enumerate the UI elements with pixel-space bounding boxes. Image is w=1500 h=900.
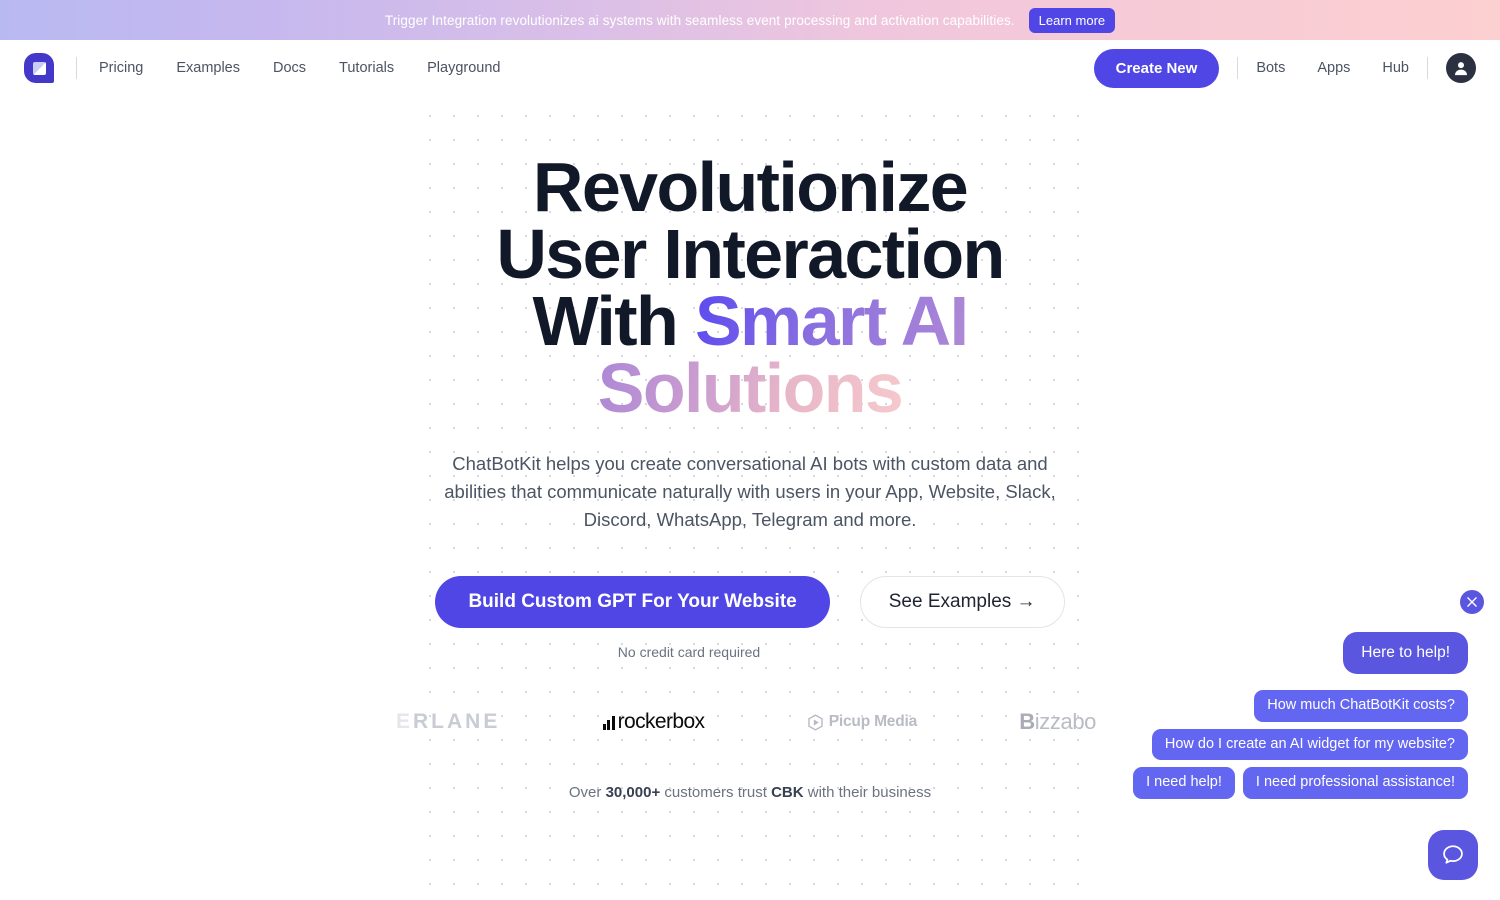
logo-picup-media: Picup Media xyxy=(807,713,917,731)
chat-widget-messages: Here to help! How much ChatBotKit costs?… xyxy=(1048,632,1468,799)
chat-suggestion-row-2: How do I create an AI widget for my webs… xyxy=(1151,728,1468,761)
erlane-text: RLANE xyxy=(413,710,501,733)
logo-rockerbox: rockerbox xyxy=(602,710,705,733)
close-icon[interactable] xyxy=(1460,590,1484,614)
nav-divider-right xyxy=(1427,57,1428,79)
chat-suggestion-cost[interactable]: How much ChatBotKit costs? xyxy=(1254,690,1468,722)
chat-suggestions: How much ChatBotKit costs? How do I crea… xyxy=(1133,690,1468,799)
logo-erlane: ERLANE xyxy=(396,710,500,734)
nav-link-tutorials[interactable]: Tutorials xyxy=(339,60,394,76)
hero-subheading: ChatBotKit helps you create conversation… xyxy=(444,453,1056,530)
nav-divider-mid xyxy=(1237,57,1239,79)
nav-link-examples[interactable]: Examples xyxy=(176,60,240,76)
chat-suggestion-professional-assistance[interactable]: I need professional assistance! xyxy=(1242,767,1468,799)
customer-logos-row: ERLANE rockerbox Picup Media Bizzabo xyxy=(396,706,1100,738)
trust-statement: Over 30,000+ customers trust CBK with th… xyxy=(400,784,1100,801)
nav-link-playground[interactable]: Playground xyxy=(427,60,500,76)
nav-link-docs[interactable]: Docs xyxy=(273,60,306,76)
chat-suggestion-widget[interactable]: How do I create an AI widget for my webs… xyxy=(1151,728,1468,761)
erlane-dim-letter: E xyxy=(396,710,414,733)
trust-suffix: with their business xyxy=(803,784,932,801)
chat-suggestion-need-help[interactable]: I need help! xyxy=(1133,767,1235,799)
rockerbox-wordmark: rockerbox xyxy=(617,710,705,733)
learn-more-button[interactable]: Learn more xyxy=(1028,7,1116,33)
nav-left-group: Pricing Examples Docs Tutorials Playgrou… xyxy=(24,53,500,83)
trust-brand: CBK xyxy=(771,784,804,801)
chatbotkit-logo[interactable] xyxy=(24,53,54,83)
page-root: Trigger Integration revolutionizes ai sy… xyxy=(0,0,1500,900)
nav-links: Pricing Examples Docs Tutorials Playgrou… xyxy=(99,60,500,76)
hero-cta-row: Build Custom GPT For Your Website See Ex… xyxy=(400,576,1100,628)
nav-right-links: Bots Apps Hub xyxy=(1256,60,1409,76)
chat-bubble-icon[interactable] xyxy=(1428,830,1478,880)
rockerbox-bars-icon xyxy=(602,716,615,730)
build-custom-gpt-button[interactable]: Build Custom GPT For Your Website xyxy=(435,576,830,628)
nav-right-group: Create New Bots Apps Hub xyxy=(1093,48,1476,88)
picup-hex-icon xyxy=(808,713,823,731)
nav-link-bots[interactable]: Bots xyxy=(1256,60,1285,76)
trust-middle: customers trust xyxy=(660,784,772,801)
chat-suggestion-row-3: I need help! I need professional assista… xyxy=(1133,767,1468,799)
chat-suggestion-row-1: How much ChatBotKit costs? xyxy=(1254,690,1468,722)
create-new-button[interactable]: Create New xyxy=(1093,48,1220,88)
user-avatar-icon[interactable] xyxy=(1446,53,1476,83)
nav-divider-left xyxy=(76,57,77,79)
nav-link-pricing[interactable]: Pricing xyxy=(99,60,143,76)
logo-inner-mark xyxy=(32,61,46,75)
main-navigation: Pricing Examples Docs Tutorials Playgrou… xyxy=(0,40,1500,96)
nav-link-apps[interactable]: Apps xyxy=(1317,60,1350,76)
picup-wordmark: Picup Media xyxy=(828,713,917,730)
hero-content: Revolutionize User Interaction With Smar… xyxy=(396,96,1100,801)
see-examples-button[interactable]: See Examples → xyxy=(859,576,1065,628)
page-title: Revolutionize User Interaction With Smar… xyxy=(400,152,1100,423)
announcement-text: Trigger Integration revolutionizes ai sy… xyxy=(384,12,1015,28)
trust-count: 30,000+ xyxy=(605,784,661,801)
bizzabo-first-letter: B xyxy=(1019,709,1035,734)
trust-prefix: Over xyxy=(568,784,606,801)
nav-link-hub[interactable]: Hub xyxy=(1382,60,1409,76)
erlane-wordmark: ERLANE xyxy=(396,710,500,734)
no-credit-card-note: No credit card required xyxy=(617,644,761,660)
announcement-banner: Trigger Integration revolutionizes ai sy… xyxy=(0,0,1500,40)
chat-bot-message: Here to help! xyxy=(1343,632,1468,675)
